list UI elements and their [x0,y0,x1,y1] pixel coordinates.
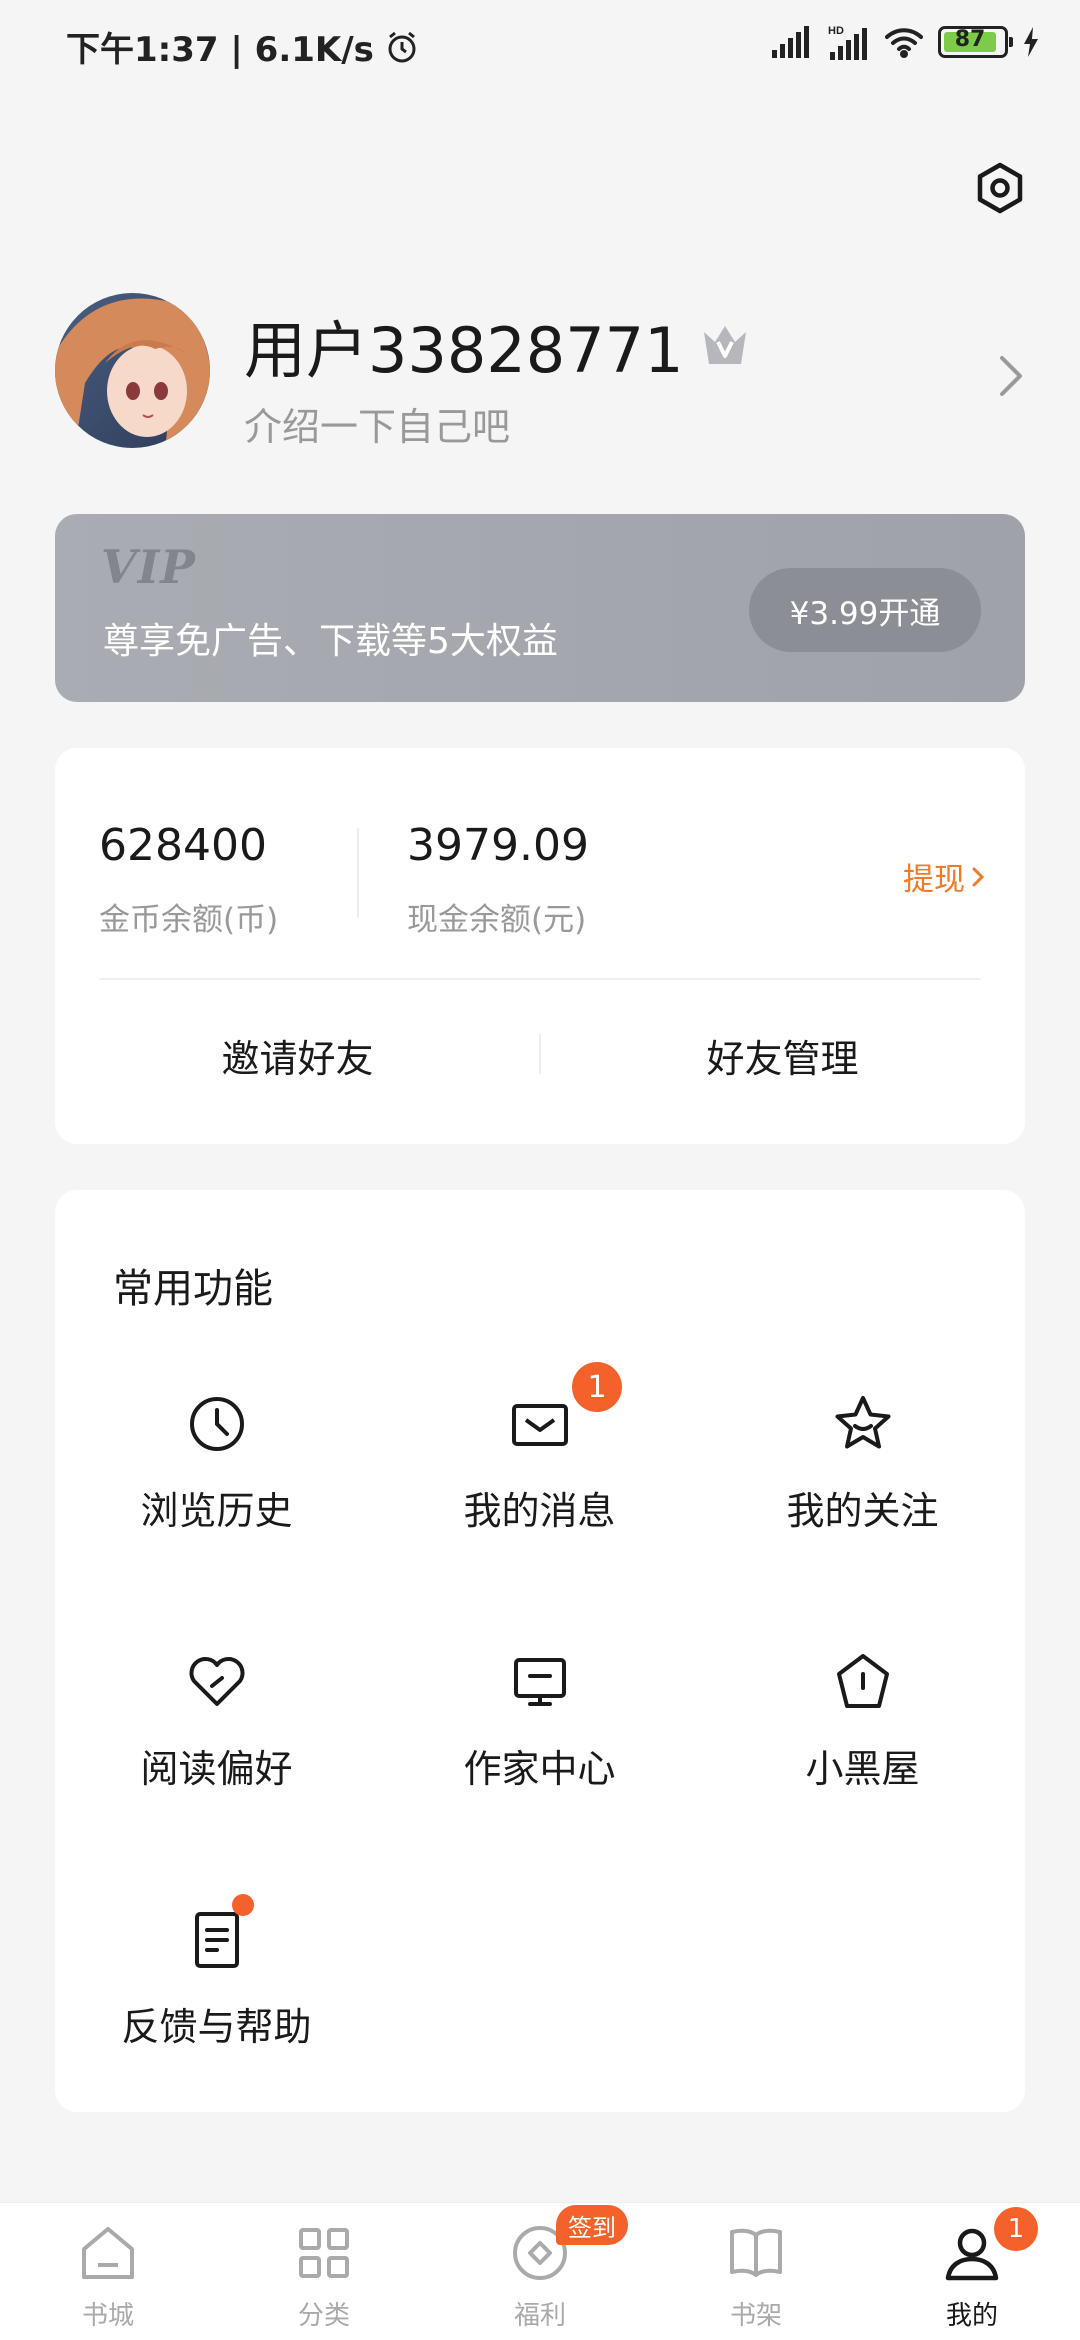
vip-open-button[interactable]: ¥3.99开通 [749,568,981,652]
nav-mine[interactable]: 1 我的 [864,2203,1080,2340]
profile-page: 下午1:37 | 6.1K/s HD 87 用户33828771 介绍一下自己吧… [0,0,1080,2340]
function-writer-center[interactable]: 作家中心 [378,1650,701,1850]
function-label: 小黑屋 [805,1747,920,1791]
notification-dot [232,1894,254,1916]
heart-check-icon [189,1657,244,1706]
cash-balance-label: 现金余额(元) [407,902,587,938]
function-label: 我的消息 [463,1489,616,1533]
nav-welfare[interactable]: 签到 福利 [432,2203,648,2340]
coin-balance-label: 金币余额(币) [99,902,279,938]
function-label: 作家中心 [463,1747,616,1791]
status-bar: 下午1:37 | 6.1K/s HD 87 [0,0,1080,90]
monitor-icon [513,1658,566,1706]
profile-intro[interactable]: 介绍一下自己吧 [244,396,510,451]
home-icon [82,2227,134,2279]
wallet-separator [99,978,981,980]
nav-label: 书城 [81,2301,134,2331]
nav-label: 书架 [729,2301,782,2331]
withdraw-button[interactable]: 提现 [903,854,985,899]
charging-icon [1024,27,1038,57]
wifi-icon [885,28,923,58]
cash-balance-value[interactable]: 3979.09 [407,820,589,871]
wallet-divider [357,828,359,918]
signal-hd-icon: HD [828,25,867,60]
nav-bookshelf[interactable]: 书架 [648,2203,864,2340]
alarm-icon [388,31,416,62]
vip-logo: VIP [101,540,196,594]
chevron-right-icon[interactable] [996,352,1026,400]
function-label: 反馈与帮助 [121,2005,312,2049]
message-badge: 1 [572,1362,622,1412]
bottom-navigation: 书城 分类 签到 福利 书架 1 我的 [0,2202,1080,2340]
settings-button[interactable] [968,156,1032,220]
coin-balance-value[interactable]: 628400 [99,820,267,871]
clock-icon [189,1397,244,1451]
svg-text:HD: HD [828,25,844,37]
avatar[interactable] [55,293,210,448]
vip-crown-icon [703,326,746,364]
function-feedback-help[interactable]: 反馈与帮助 [55,1894,378,2108]
withdraw-label: 提现 [903,862,965,898]
avatar-image [55,293,210,448]
invite-friends-button[interactable]: 邀请好友 [55,1028,540,1083]
vip-description: 尊享免广告、下载等5大权益 [103,621,558,662]
mine-badge: 1 [994,2207,1038,2251]
nav-category[interactable]: 分类 [216,2203,432,2340]
person-icon [945,2228,999,2281]
friend-management-button[interactable]: 好友管理 [540,1028,1025,1083]
settings-icon [977,162,1023,214]
nav-label: 福利 [513,2301,566,2331]
wallet-card: 628400 金币余额(币) 3979.09 现金余额(元) 提现 邀请好友 好… [55,748,1025,1144]
username: 用户33828771 [244,314,684,387]
house-icon [836,1654,889,1708]
status-right: HD 87 [772,24,1040,60]
status-left: 下午1:37 | 6.1K/s [66,22,420,71]
nav-bookstore[interactable]: 书城 [0,2203,216,2340]
common-functions-card: 常用功能 浏览历史 1 我的消息 我的关注 阅读偏好 作家中心 小黑屋 反馈与帮… [55,1190,1025,2112]
sign-in-badge: 签到 [556,2205,628,2245]
book-icon [730,2228,782,2277]
document-icon [194,1912,239,1968]
battery-level: 87 [954,27,986,52]
signal-icon [772,26,809,58]
nav-label: 分类 [297,2301,350,2331]
function-label: 浏览历史 [140,1489,293,1533]
nav-label: 我的 [945,2301,998,2331]
grid-icon [299,2228,349,2278]
username-row: 用户33828771 [244,300,750,390]
status-time: 下午1:37 | 6.1K/s [66,30,374,70]
function-blacklist[interactable]: 小黑屋 [701,1650,1024,1850]
function-my-messages[interactable]: 1 我的消息 [378,1362,701,1592]
battery-indicator: 87 [938,26,1013,58]
function-browse-history[interactable]: 浏览历史 [55,1392,378,1592]
function-label: 阅读偏好 [140,1747,293,1791]
function-my-follows[interactable]: 我的关注 [701,1392,1024,1592]
function-label: 我的关注 [786,1489,939,1533]
section-title: 常用功能 [113,1266,273,1312]
star-icon [835,1396,890,1449]
message-icon [511,1404,568,1446]
function-reading-preference[interactable]: 阅读偏好 [55,1650,378,1850]
vip-card[interactable]: VIP 尊享免广告、下载等5大权益 ¥3.99开通 [55,514,1025,702]
chevron-right-icon [972,867,985,886]
